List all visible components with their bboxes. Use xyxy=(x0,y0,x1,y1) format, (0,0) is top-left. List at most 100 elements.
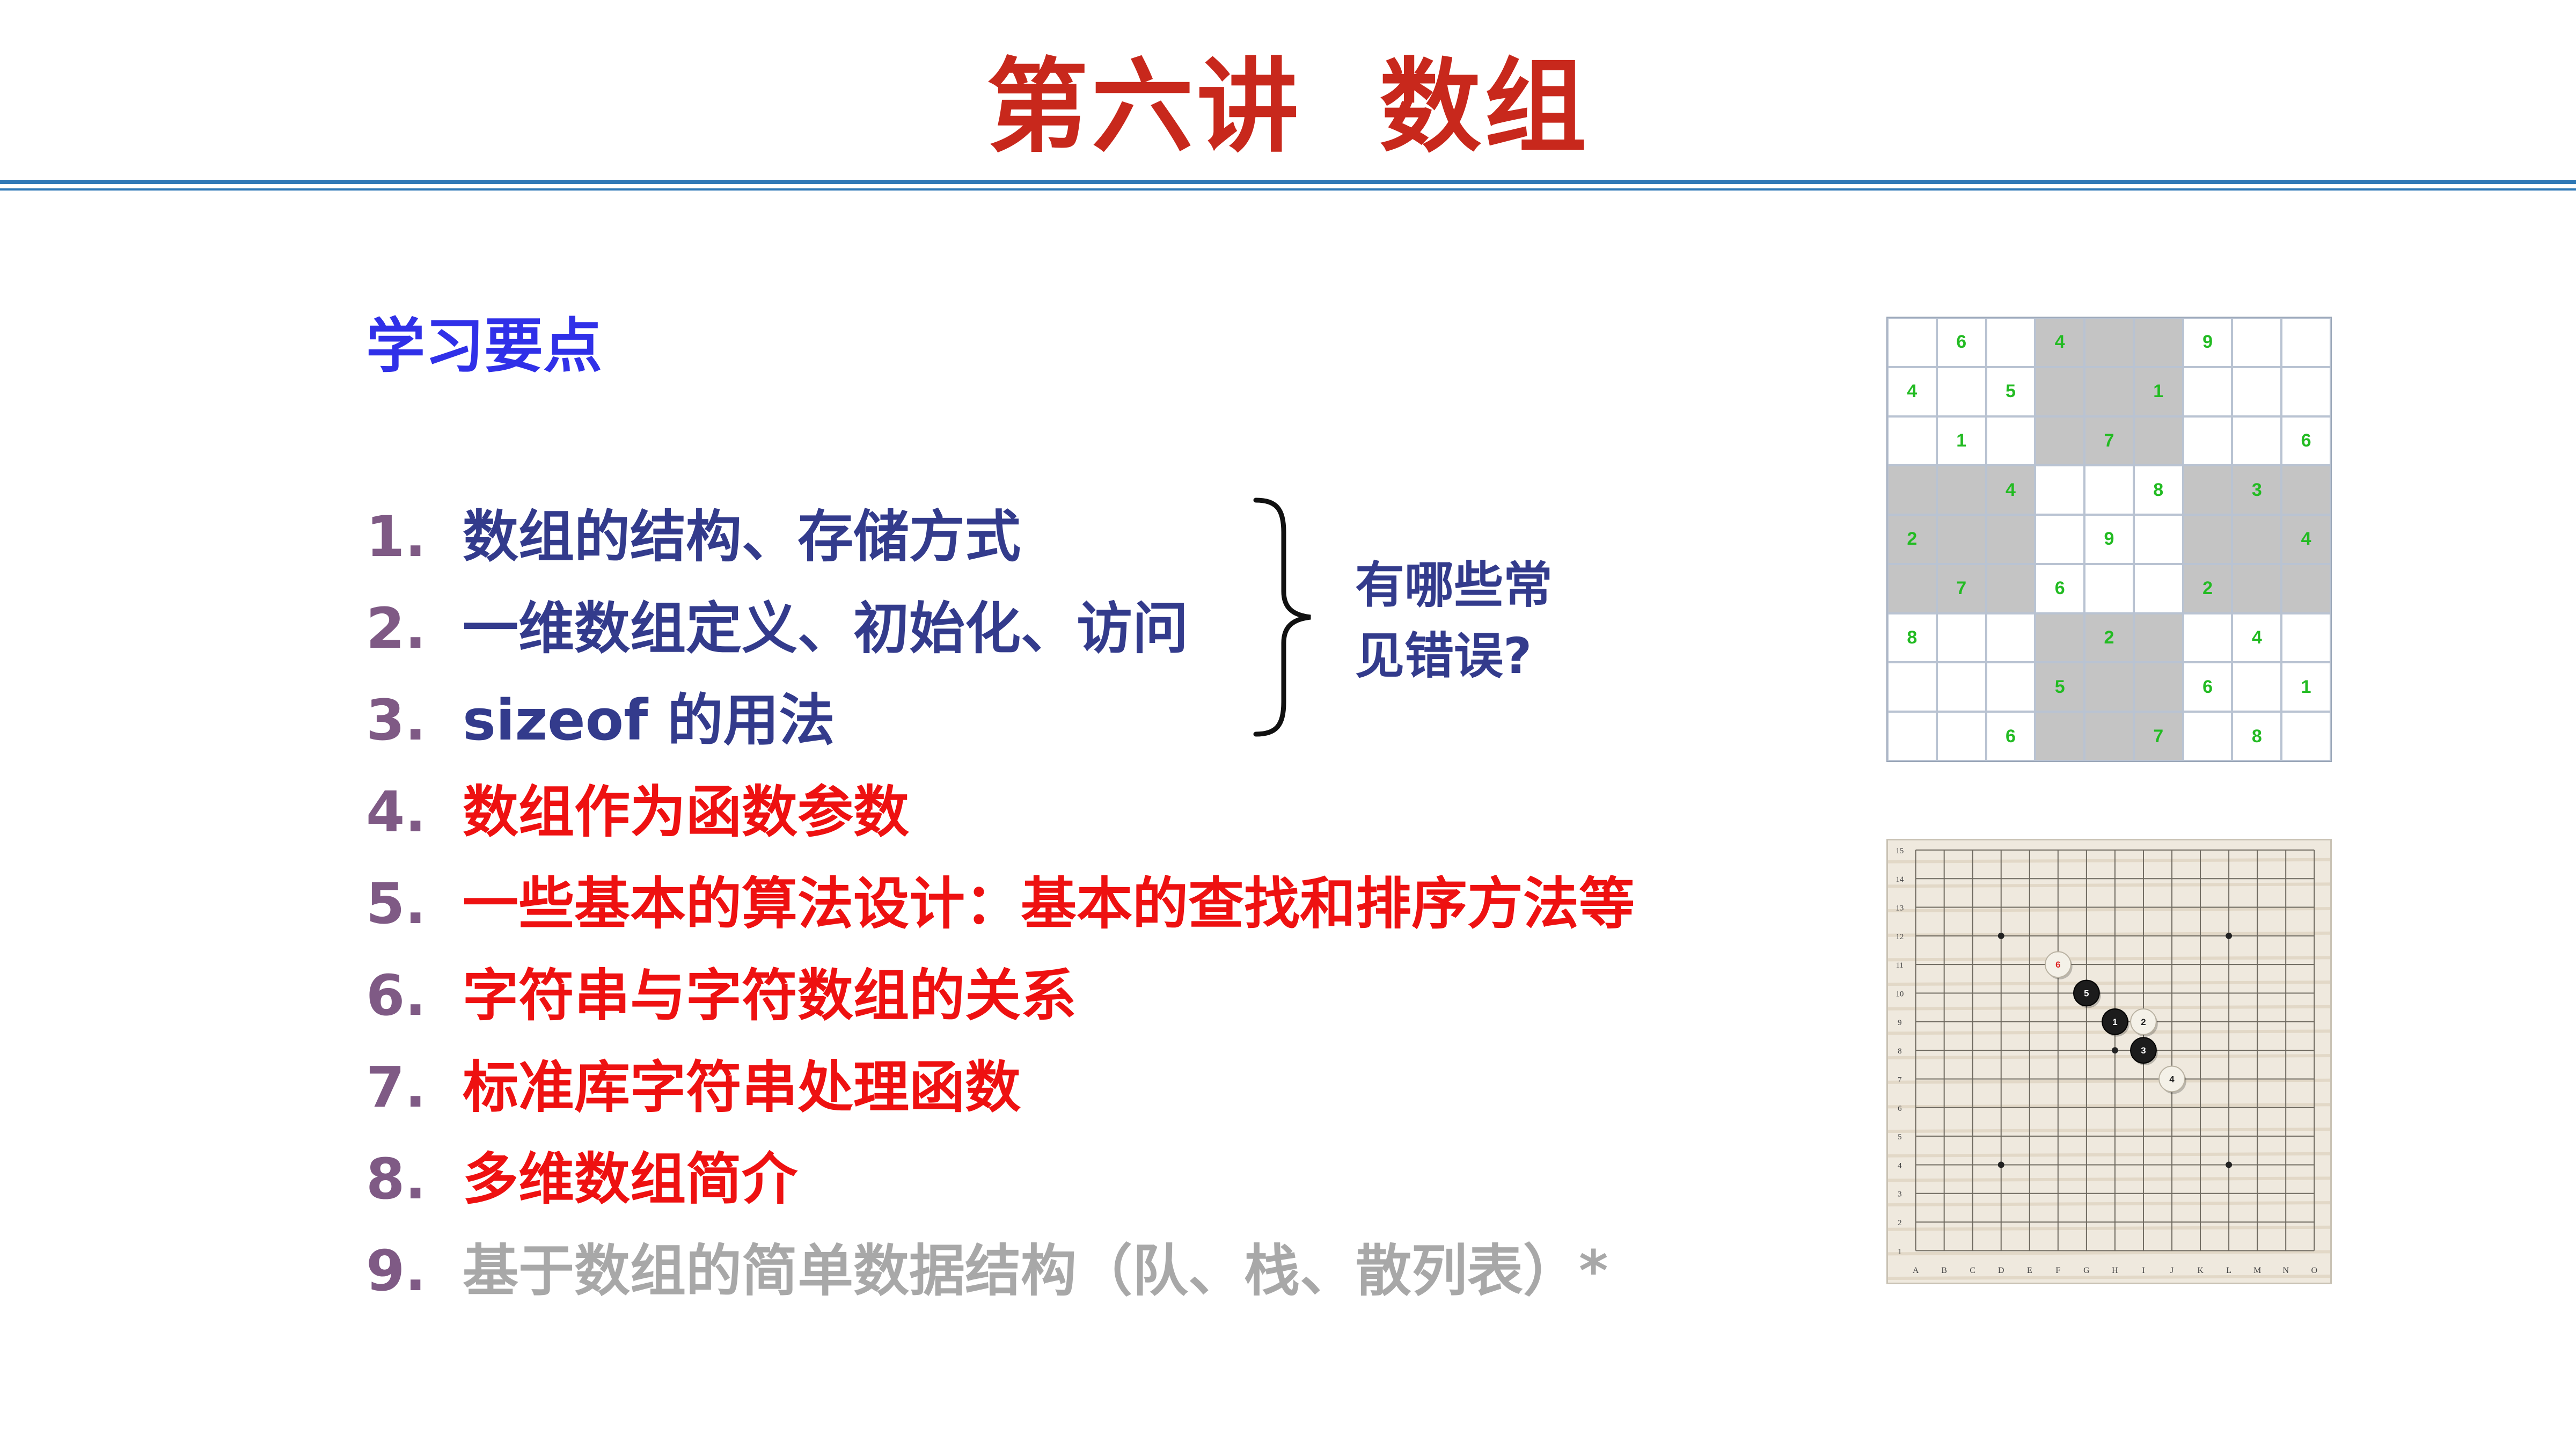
sudoku-cell xyxy=(2183,465,2233,515)
sudoku-cell xyxy=(2084,465,2134,515)
sudoku-cell xyxy=(1986,613,2036,663)
section-heading: 学习要点 xyxy=(366,312,602,380)
list-item-text: 多维数组简介 xyxy=(463,1146,798,1212)
board-star-point xyxy=(2226,1161,2233,1168)
stone-move-number: 2 xyxy=(2141,1017,2146,1027)
page-title: 第六讲 数组 xyxy=(986,48,1590,166)
board-star-point xyxy=(1997,932,2004,939)
sudoku-cell xyxy=(2232,564,2282,613)
list-item-number: 7. xyxy=(366,1055,426,1120)
board-column-label: M xyxy=(2253,1266,2261,1275)
title-divider xyxy=(0,180,2576,184)
board-column-label: C xyxy=(1970,1266,1975,1275)
board-column-label: I xyxy=(2142,1266,2145,1275)
gomoku-board-image: A B C D E F G H I J K L M N O1514131211109876543211 234… xyxy=(1886,839,2332,1284)
sudoku-cell xyxy=(2232,416,2282,466)
sudoku-cell: 7 xyxy=(1936,564,1986,613)
board-row-label: 15 xyxy=(1896,847,1904,855)
list-item-number: 6. xyxy=(366,963,426,1028)
sudoku-cell xyxy=(2035,515,2085,564)
list-item-text: 基于数组的简单数据结构（队、栈、散列表）* xyxy=(463,1238,1608,1304)
board-row-label: 12 xyxy=(1896,933,1904,941)
sudoku-cell: 6 xyxy=(1936,318,1986,367)
list-item: 2. 一维数组定义、初始化、访问 xyxy=(366,591,1188,666)
sudoku-cell xyxy=(1936,712,1986,761)
title-divider-thin xyxy=(0,188,2576,191)
list-item: 7. 标准库字符串处理函数 xyxy=(366,1050,1021,1125)
list-item-text: sizeof 的用法 xyxy=(463,687,835,753)
sudoku-cell xyxy=(1986,564,2036,613)
list-item: 8. 多维数组简介 xyxy=(366,1141,797,1217)
sudoku-cell xyxy=(2281,613,2331,663)
board-column-label: J xyxy=(2170,1266,2174,1275)
sudoku-cell xyxy=(1986,416,2036,466)
sudoku-cell xyxy=(1887,712,1937,761)
board-star-point xyxy=(1997,1161,2004,1168)
sudoku-cell: 8 xyxy=(2232,712,2282,761)
list-item: 6. 字符串与字符数组的关系 xyxy=(366,958,1077,1033)
sudoku-cell: 1 xyxy=(1936,416,1986,466)
common-errors-line1: 有哪些常 xyxy=(1355,557,1553,614)
list-item: 3. sizeof 的用法 xyxy=(366,683,835,758)
board-row-label: 11 xyxy=(1896,961,1904,970)
sudoku-cell: 2 xyxy=(2183,564,2233,613)
sudoku-cell xyxy=(1986,662,2036,712)
sudoku-cell xyxy=(2281,465,2331,515)
sudoku-cell xyxy=(1936,367,1986,416)
sudoku-cell: 5 xyxy=(2035,662,2085,712)
list-item-number: 4. xyxy=(366,779,426,845)
sudoku-cell xyxy=(1986,515,2036,564)
list-item-number: 5. xyxy=(366,871,426,936)
sudoku-cell xyxy=(2084,564,2134,613)
sudoku-cell xyxy=(2133,515,2183,564)
board-row-label: 2 xyxy=(1898,1219,1901,1227)
board-star-point xyxy=(2111,1047,2118,1054)
sudoku-cell xyxy=(2035,712,2085,761)
board-column-label: O xyxy=(2311,1266,2317,1275)
list-item: 5. 一些基本的算法设计：基本的查找和排序方法等 xyxy=(366,866,1635,941)
board-column-label: N xyxy=(2282,1266,2289,1275)
list-item: 9. 基于数组的简单数据结构（队、栈、散列表）* xyxy=(366,1233,1608,1308)
board-column-label: F xyxy=(2055,1266,2060,1275)
list-item-text: 数组作为函数参数 xyxy=(463,779,910,845)
sudoku-cell xyxy=(2183,712,2233,761)
sudoku-cell: 4 xyxy=(2035,318,2085,367)
sudoku-cell xyxy=(1936,613,1986,663)
sudoku-cell: 7 xyxy=(2133,712,2183,761)
right-brace xyxy=(1253,497,1311,737)
common-errors-note: 有哪些常 见错误? xyxy=(1355,550,1597,692)
stone-move-number: 6 xyxy=(2055,960,2060,970)
sudoku-cell xyxy=(1936,515,1986,564)
sudoku-cell: 5 xyxy=(1986,367,2036,416)
sudoku-cell xyxy=(1887,662,1937,712)
sudoku-cell: 6 xyxy=(1986,712,2036,761)
board-column-label: A xyxy=(1913,1266,1919,1275)
sudoku-cell xyxy=(2035,367,2085,416)
list-item-text: 数组的结构、存储方式 xyxy=(463,504,1021,569)
sudoku-cell xyxy=(2281,564,2331,613)
list-item: 4. 数组作为函数参数 xyxy=(366,774,909,850)
sudoku-cell: 2 xyxy=(1887,515,1937,564)
sudoku-cell xyxy=(1887,465,1937,515)
sudoku-cell xyxy=(1936,465,1986,515)
sudoku-cell xyxy=(1887,416,1937,466)
list-item-text: 一维数组定义、初始化、访问 xyxy=(463,596,1189,661)
sudoku-cell xyxy=(2084,367,2134,416)
common-errors-line2: 见错误? xyxy=(1355,627,1532,685)
stone-move-number: 3 xyxy=(2141,1045,2146,1056)
sudoku-cell xyxy=(1986,318,2036,367)
sudoku-cell xyxy=(1887,318,1937,367)
board-row-label: 1 xyxy=(1898,1247,1901,1256)
sudoku-cell xyxy=(2281,367,2331,416)
board-column-label: L xyxy=(2226,1266,2231,1275)
board-column-label: D xyxy=(1998,1266,2004,1275)
sudoku-cell: 4 xyxy=(1887,367,1937,416)
board-row-label: 4 xyxy=(1898,1161,1902,1170)
list-item-text: 一些基本的算法设计：基本的查找和排序方法等 xyxy=(463,871,1635,936)
sudoku-cell: 8 xyxy=(1887,613,1937,663)
sudoku-cell xyxy=(2133,662,2183,712)
sudoku-cell xyxy=(2232,318,2282,367)
sudoku-cell xyxy=(2232,662,2282,712)
list-item-number: 8. xyxy=(366,1146,426,1212)
sudoku-cell xyxy=(2183,416,2233,466)
